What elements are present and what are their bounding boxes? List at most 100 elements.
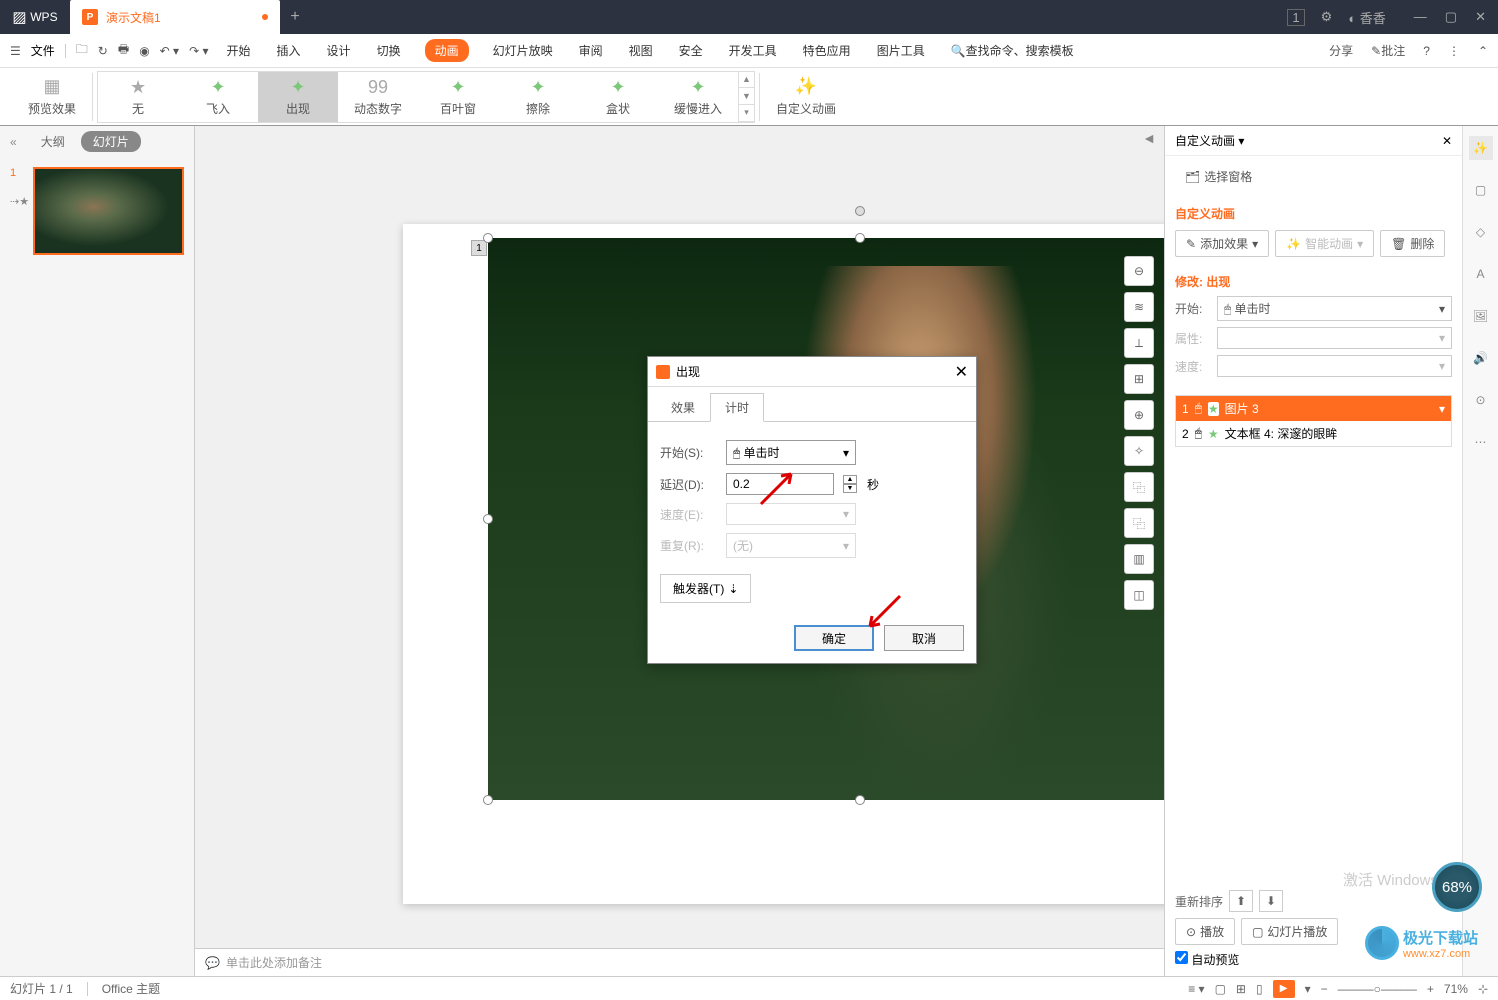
sorter-view-icon[interactable]: ⊞	[1236, 982, 1246, 996]
move-down-button[interactable]: ⬇	[1259, 890, 1283, 912]
tab-view[interactable]: 视图	[627, 38, 655, 63]
dialog-close-icon[interactable]: ✕	[955, 362, 968, 382]
pattern-icon[interactable]: ◫	[1124, 580, 1154, 610]
list-item[interactable]: 2🖱★文本框 4: 深邃的眼眸	[1176, 421, 1451, 446]
user-avatar[interactable]: ◐ 香香	[1348, 8, 1385, 27]
tab-insert[interactable]: 插入	[275, 38, 303, 63]
move-up-button[interactable]: ⬆	[1229, 890, 1253, 912]
saveas-icon[interactable]: ↻	[98, 44, 108, 58]
dialog-titlebar[interactable]: 出现 ✕	[648, 357, 976, 387]
close-pane-icon[interactable]: ✕	[1442, 134, 1452, 148]
anim-appear[interactable]: ✦出现	[258, 72, 338, 122]
annotation-arrow-icon	[756, 459, 806, 512]
maximize-icon[interactable]: ▢	[1445, 9, 1457, 25]
canvas-expand-icon[interactable]: ◄	[1142, 130, 1156, 146]
select-pane-button[interactable]: 🗂 选择窗格	[1175, 164, 1262, 189]
gallery-scroll[interactable]: ▲▼▾	[738, 72, 754, 122]
start-select[interactable]: 🖱 单击时▾	[1217, 296, 1452, 321]
image-icon[interactable]: 🖼	[1469, 304, 1493, 328]
save-icon[interactable]: 🗀	[76, 40, 88, 61]
printpreview-icon[interactable]: ◉	[139, 44, 149, 58]
anim-dynamic-number[interactable]: 99动态数字	[338, 72, 418, 122]
anim-flyin[interactable]: ✦飞入	[178, 72, 258, 122]
add-tab-button[interactable]: +	[280, 0, 310, 34]
redo-icon[interactable]: ↷ ▾	[189, 44, 208, 58]
copy-icon[interactable]: ⿻	[1124, 472, 1154, 502]
notes-area[interactable]: 💬 单击此处添加备注	[195, 948, 1164, 976]
slideshow-icon[interactable]: ▶	[1273, 980, 1295, 998]
document-tab[interactable]: P 演示文稿1	[70, 0, 280, 34]
search-commands[interactable]: 🔍查找命令、搜索模板	[949, 38, 1076, 63]
trigger-button[interactable]: 触发器(T) ⇣	[660, 574, 751, 603]
list-item[interactable]: 1🖱★图片 3▾	[1176, 396, 1451, 421]
reading-view-icon[interactable]: ▯	[1256, 982, 1263, 996]
tab-design[interactable]: 设计	[325, 38, 353, 63]
tab-special[interactable]: 特色应用	[801, 38, 853, 63]
slide-thumbnail[interactable]	[33, 167, 184, 255]
template-icon[interactable]: ▢	[1469, 178, 1493, 202]
timing-tab[interactable]: 计时	[710, 393, 764, 422]
outline-tab[interactable]: 大纲	[33, 131, 73, 152]
normal-view-icon[interactable]: ▢	[1215, 982, 1226, 996]
menubar: ☰ 文件 🗀 ↻ 🖶 ◉ ↶ ▾ ↷ ▾ 开始 插入 设计 切换 动画 幻灯片放…	[0, 34, 1498, 68]
annotate-button[interactable]: ✎批注	[1371, 42, 1405, 59]
hash-icon[interactable]: ⊞	[1124, 364, 1154, 394]
delete-button[interactable]: 🗑 删除	[1380, 230, 1445, 257]
help-icon[interactable]: ?	[1423, 44, 1430, 58]
custom-animation-button[interactable]: ✨ 自定义动画	[760, 68, 852, 126]
barcode-icon[interactable]: ▥	[1124, 544, 1154, 574]
slow-icon: ✦	[690, 77, 705, 98]
share-button[interactable]: 分享	[1329, 42, 1353, 59]
text-icon[interactable]: A	[1469, 262, 1493, 286]
crop-icon[interactable]: ⟂	[1124, 328, 1154, 358]
slideshow-button[interactable]: ▢ 幻灯片播放	[1241, 918, 1338, 945]
anim-blinds[interactable]: ✦百叶窗	[418, 72, 498, 122]
zoom-in-icon[interactable]: ⊕	[1124, 400, 1154, 430]
tab-imagetools[interactable]: 图片工具	[875, 38, 927, 63]
effect-tab[interactable]: 效果	[656, 393, 710, 422]
zoom-out-button[interactable]: −	[1321, 982, 1328, 996]
preview-effect-button[interactable]: ▦ 预览效果	[12, 68, 92, 126]
zoom-level[interactable]: 71%	[1444, 982, 1468, 996]
settings-icon[interactable]: ⊙	[1469, 388, 1493, 412]
more-icon[interactable]: ⋮	[1448, 44, 1460, 58]
tab-security[interactable]: 安全	[677, 38, 705, 63]
speaker-icon[interactable]: 🔊	[1469, 346, 1493, 370]
layers-icon[interactable]: ≋	[1124, 292, 1154, 322]
shape-icon[interactable]: ◇	[1469, 220, 1493, 244]
slides-tab[interactable]: 幻灯片	[81, 131, 141, 152]
notes-toggle-icon[interactable]: ≡ ▾	[1188, 982, 1204, 996]
play-button[interactable]: ⊙ 播放	[1175, 918, 1235, 945]
anim-wipe[interactable]: ✦擦除	[498, 72, 578, 122]
delay-spinner[interactable]: ▲▼	[843, 475, 857, 493]
collapse-ribbon-icon[interactable]: ⌃	[1478, 44, 1488, 58]
print-icon[interactable]: 🖶	[118, 40, 129, 61]
anim-slow-enter[interactable]: ✦缓慢进入	[658, 72, 738, 122]
duplicate-icon[interactable]: ⿻	[1124, 508, 1154, 538]
notification-count[interactable]: 1	[1287, 9, 1304, 26]
file-menu[interactable]: 文件	[31, 42, 55, 59]
puzzle-icon[interactable]: ✧	[1124, 436, 1154, 466]
tab-review[interactable]: 审阅	[577, 38, 605, 63]
collapse-panel-icon[interactable]: «	[10, 135, 17, 149]
theme-name: Office 主题	[102, 980, 160, 997]
add-effect-button[interactable]: ✎ 添加效果 ▾	[1175, 230, 1269, 257]
fit-icon[interactable]: ⊹	[1478, 982, 1488, 996]
gift-icon[interactable]: ⚙	[1321, 9, 1333, 25]
tab-animation[interactable]: 动画	[425, 39, 469, 62]
tab-start[interactable]: 开始	[225, 38, 253, 63]
smart-animation-button[interactable]: ✨智能动画 ▾	[1275, 230, 1374, 257]
tab-devtools[interactable]: 开发工具	[727, 38, 779, 63]
anim-box[interactable]: ✦盒状	[578, 72, 658, 122]
tab-slideshow[interactable]: 幻灯片放映	[491, 38, 555, 63]
minimize-icon[interactable]: —	[1414, 9, 1427, 25]
tab-transition[interactable]: 切换	[375, 38, 403, 63]
undo-icon[interactable]: ↶ ▾	[160, 44, 179, 58]
menu-icon[interactable]: ☰	[10, 44, 21, 58]
magic-icon[interactable]: ✨	[1469, 136, 1493, 160]
more-tools-icon[interactable]: ⋯	[1469, 430, 1493, 454]
anim-none[interactable]: ★无	[98, 72, 178, 122]
zoom-in-button[interactable]: +	[1427, 982, 1434, 996]
close-icon[interactable]: ✕	[1475, 9, 1486, 25]
zoom-out-icon[interactable]: ⊖	[1124, 256, 1154, 286]
